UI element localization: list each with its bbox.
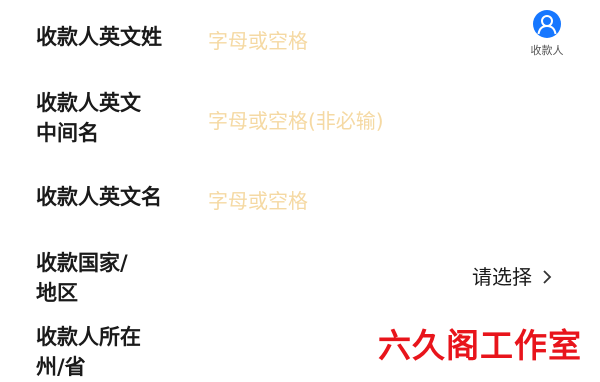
middle-name-label: 收款人英文 中间名 <box>36 88 141 148</box>
given-name-label-line: 收款人英文名 <box>36 185 162 209</box>
country-label-line-1: 收款国家/ <box>36 251 128 275</box>
surname-input[interactable] <box>208 26 508 56</box>
payee-button-label: 收款人 <box>530 44 564 57</box>
middle-name-label-line-2: 中间名 <box>36 121 99 145</box>
state-label-line-2: 州/省 <box>36 355 86 379</box>
state-label-line-1: 收款人所在 <box>36 325 141 349</box>
country-select[interactable]: 请选择 <box>472 262 554 292</box>
state-label: 收款人所在 州/省 <box>36 322 141 382</box>
middle-name-label-line-1: 收款人英文 <box>36 91 141 115</box>
payee-contacts-button[interactable]: 收款人 <box>522 10 572 62</box>
chevron-right-icon <box>543 270 552 284</box>
surname-label: 收款人英文姓 <box>36 22 162 52</box>
middle-name-input[interactable] <box>208 106 508 136</box>
watermark-text: 六久阁工作室 <box>378 326 582 365</box>
given-name-label: 收款人英文名 <box>36 182 162 212</box>
surname-label-line: 收款人英文姓 <box>36 25 162 49</box>
country-label-line-2: 地区 <box>36 281 78 305</box>
country-select-value: 请选择 <box>472 265 532 289</box>
country-label: 收款国家/ 地区 <box>36 248 128 308</box>
person-icon <box>533 10 561 38</box>
given-name-input[interactable] <box>208 186 508 216</box>
